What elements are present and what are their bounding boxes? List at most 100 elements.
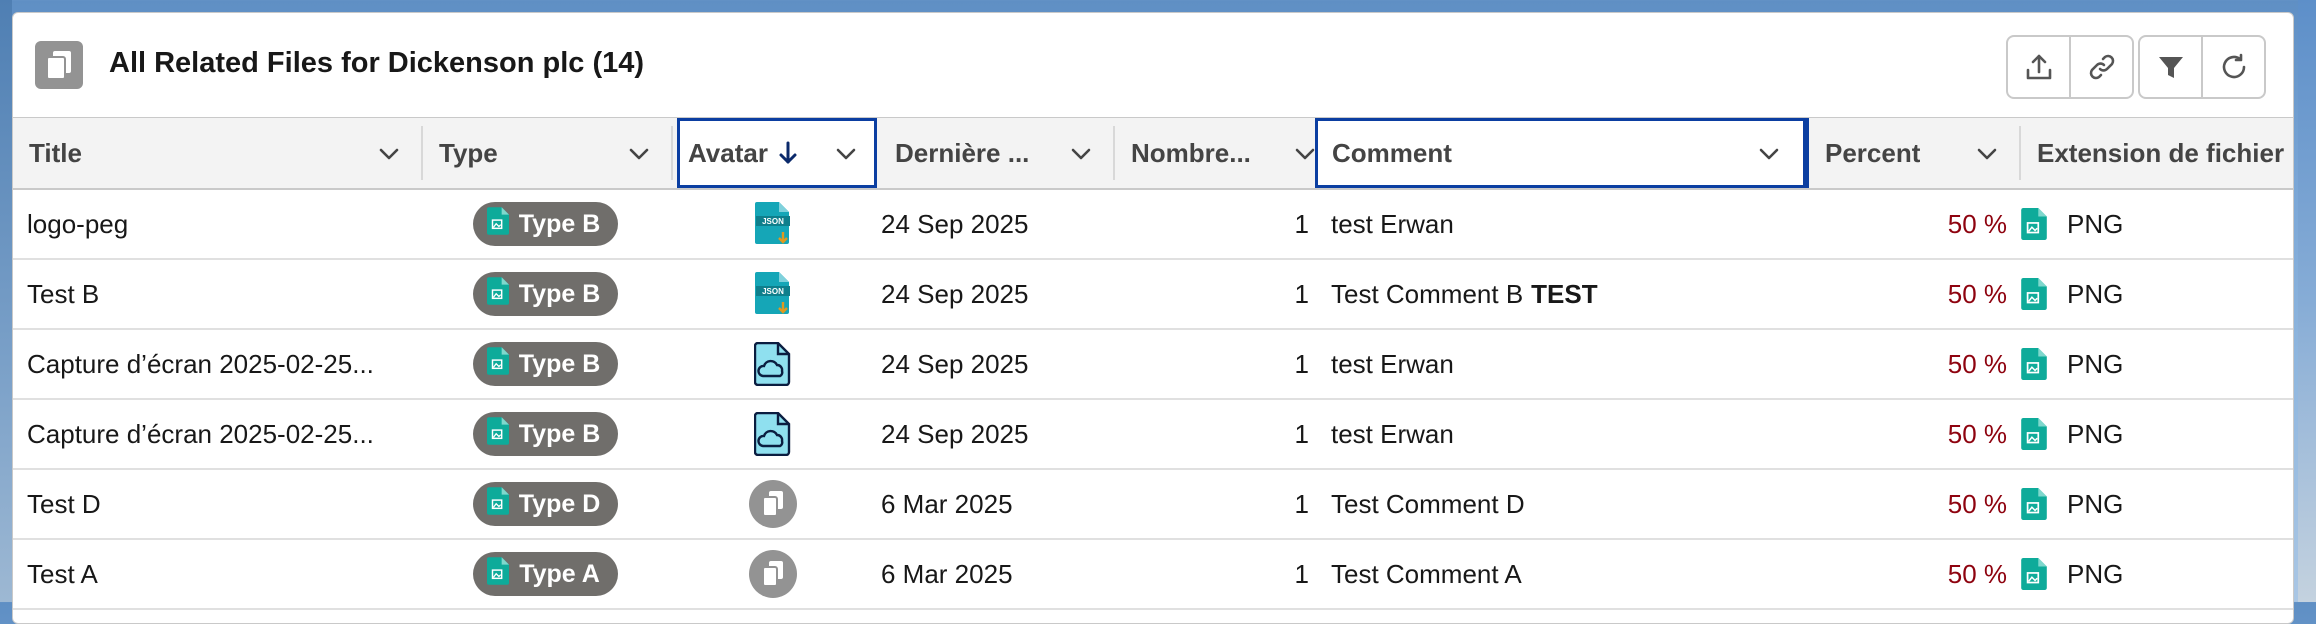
cell-date: 6 Mar 2025 xyxy=(881,488,1013,519)
cell-nombre: 1 xyxy=(1294,558,1309,589)
column-header-extension[interactable]: Extension de fichier xyxy=(2021,118,2293,188)
cell-comment: test Erwan xyxy=(1331,418,1454,449)
image-file-icon xyxy=(2021,488,2047,520)
cell-extension: PNG xyxy=(2021,190,2281,258)
refresh-button[interactable] xyxy=(2201,37,2264,97)
comment-bold-text: TEST xyxy=(1531,278,1598,309)
cell-extension: PNG xyxy=(2021,540,2281,608)
column-header-avatar[interactable]: Avatar xyxy=(677,118,877,188)
filter-button[interactable] xyxy=(2140,37,2201,97)
background-left xyxy=(0,0,12,602)
chevron-down-icon[interactable] xyxy=(377,142,401,166)
filter-refresh-group xyxy=(2138,35,2266,99)
type-badge: Type B xyxy=(472,412,619,456)
cell-percent: 50 % xyxy=(1947,208,2007,239)
cell-nombre: 1 xyxy=(1294,278,1309,309)
cell-title[interactable]: Test A xyxy=(27,540,427,608)
link-icon xyxy=(2089,54,2114,80)
cell-extension: PNG xyxy=(2021,470,2281,538)
cell-type: Type B xyxy=(423,400,668,468)
sort-descending-icon xyxy=(778,141,798,165)
column-header-type[interactable]: Type xyxy=(423,118,673,188)
chevron-down-icon[interactable] xyxy=(1975,142,1999,166)
column-header-title[interactable]: Title xyxy=(13,118,423,188)
cell-type: Type B xyxy=(423,260,668,328)
chevron-down-icon[interactable] xyxy=(834,142,858,166)
link-button[interactable] xyxy=(2069,37,2132,97)
cell-percent: 50 % xyxy=(1947,418,2007,449)
column-header-nombre[interactable]: Nombre... xyxy=(1115,118,1329,188)
table-body: logo-peg Type B JSON 24 Sep 2025 1 test … xyxy=(13,190,2293,610)
action-button-group xyxy=(2006,35,2134,99)
cell-title[interactable]: Test B xyxy=(27,260,427,328)
image-file-icon xyxy=(486,206,509,242)
image-file-icon xyxy=(486,346,509,382)
cell-title[interactable]: logo-peg xyxy=(27,190,427,258)
cell-title[interactable]: Capture d’écran 2025-02-25... xyxy=(27,400,427,468)
table-row[interactable]: Capture d’écran 2025-02-25... Type B 24 … xyxy=(13,330,2293,400)
table-row[interactable]: Test D Type D 6 Mar 2025 1 Test Comment … xyxy=(13,470,2293,540)
column-header-percent[interactable]: Percent xyxy=(1809,118,2021,188)
cell-comment: test Erwan xyxy=(1331,208,1454,239)
generic-file-icon xyxy=(749,480,797,528)
cell-avatar xyxy=(668,400,878,468)
cell-date: 6 Mar 2025 xyxy=(881,558,1013,589)
generic-file-icon xyxy=(749,550,797,598)
table-header: Title Type Avatar Dernière ... Nombre... xyxy=(13,117,2293,190)
column-header-date[interactable]: Dernière ... xyxy=(879,118,1115,188)
type-badge: Type D xyxy=(472,482,619,526)
cell-nombre: 1 xyxy=(1294,488,1309,519)
cell-nombre: 1 xyxy=(1294,348,1309,379)
cell-nombre: 1 xyxy=(1294,208,1309,239)
type-badge: Type B xyxy=(472,342,619,386)
image-file-icon xyxy=(2021,558,2047,590)
image-file-icon xyxy=(2021,278,2047,310)
column-header-comment[interactable]: Comment xyxy=(1315,118,1809,188)
cell-type: Type D xyxy=(423,470,668,538)
files-table: Title Type Avatar Dernière ... Nombre... xyxy=(13,117,2293,610)
cloud-file-icon xyxy=(754,412,792,456)
image-file-icon xyxy=(2021,208,2047,240)
type-badge: Type B xyxy=(472,202,619,246)
cell-avatar xyxy=(668,470,878,538)
image-file-icon xyxy=(2021,418,2047,450)
image-file-icon xyxy=(486,416,509,452)
chevron-down-icon[interactable] xyxy=(627,142,651,166)
chevron-down-icon[interactable] xyxy=(1069,142,1093,166)
cell-type: Type A xyxy=(423,540,668,608)
chevron-down-icon[interactable] xyxy=(1293,142,1317,166)
cell-avatar: JSON xyxy=(668,190,878,258)
cell-date: 24 Sep 2025 xyxy=(881,348,1029,379)
related-files-card: All Related Files for Dickenson plc (14) xyxy=(12,12,2294,624)
cell-avatar: JSON xyxy=(668,260,878,328)
cell-date: 24 Sep 2025 xyxy=(881,208,1029,239)
cell-extension: PNG xyxy=(2021,400,2281,468)
json-file-icon: JSON xyxy=(753,272,793,316)
image-file-icon xyxy=(487,556,510,592)
table-row[interactable]: Test B Type B JSON 24 Sep 2025 1 Test Co… xyxy=(13,260,2293,330)
cell-title[interactable]: Test D xyxy=(27,470,427,538)
cell-percent: 50 % xyxy=(1947,278,2007,309)
type-badge: Type A xyxy=(473,552,618,596)
type-badge: Type B xyxy=(472,272,619,316)
cell-extension: PNG xyxy=(2021,330,2281,398)
table-row[interactable]: Test A Type A 6 Mar 2025 1 Test Comment … xyxy=(13,540,2293,610)
cell-type: Type B xyxy=(423,330,668,398)
cell-title[interactable]: Capture d’écran 2025-02-25... xyxy=(27,330,427,398)
cell-date: 24 Sep 2025 xyxy=(881,278,1029,309)
cell-percent: 50 % xyxy=(1947,558,2007,589)
cell-comment: test Erwan xyxy=(1331,348,1454,379)
table-row[interactable]: Capture d’écran 2025-02-25... Type B 24 … xyxy=(13,400,2293,470)
files-icon xyxy=(35,41,83,89)
chevron-down-icon[interactable] xyxy=(1757,142,1781,166)
cell-comment: Test Comment D xyxy=(1331,488,1525,519)
table-row[interactable]: logo-peg Type B JSON 24 Sep 2025 1 test … xyxy=(13,190,2293,260)
cell-avatar xyxy=(668,540,878,608)
upload-button[interactable] xyxy=(2008,37,2069,97)
cell-percent: 50 % xyxy=(1947,488,2007,519)
upload-icon xyxy=(2026,54,2051,80)
json-file-icon: JSON xyxy=(753,202,793,246)
cell-date: 24 Sep 2025 xyxy=(881,418,1029,449)
svg-text:JSON: JSON xyxy=(762,217,784,226)
card-header: All Related Files for Dickenson plc (14) xyxy=(13,13,2293,117)
